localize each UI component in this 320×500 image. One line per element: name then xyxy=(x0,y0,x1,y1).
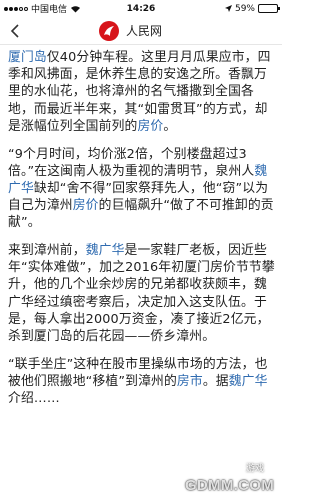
nav-bar: 人民网 xyxy=(0,17,282,45)
watermark-top: 游戏 xyxy=(245,464,264,474)
watermark: 游戏 GDMM.COM xyxy=(185,448,278,498)
link-wei-guanghua[interactable]: 魏广华 xyxy=(86,243,125,258)
watermark-text: GDMM.COM xyxy=(184,477,274,494)
paragraph-text: 来到漳州前， xyxy=(8,243,86,259)
paragraph-text: 介绍…… xyxy=(8,391,60,407)
link-xiamen-island[interactable]: 厦门岛 xyxy=(8,50,47,65)
signal-strength-icon xyxy=(4,6,28,11)
paragraph-text: 。据 xyxy=(202,373,229,389)
page-title: 人民网 xyxy=(126,24,163,38)
paragraph-1: 厦门岛仅40分钟车程。这里月月瓜果应市，四季和风拂面，是休养生息的安逸之所。香飘… xyxy=(8,49,276,135)
status-right: 59% xyxy=(224,3,280,14)
link-wei-guanghua[interactable]: 魏广华 xyxy=(229,374,268,389)
status-left: 中国电信 xyxy=(4,2,81,15)
carrier-label: 中国电信 xyxy=(31,5,68,15)
status-bar: 中国电信 14:26 59% xyxy=(0,0,282,17)
article-body: 厦门岛仅40分钟车程。这里月月瓜果应市，四季和风拂面，是休养生息的安逸之所。香飘… xyxy=(8,49,276,418)
back-button[interactable] xyxy=(0,17,28,45)
paragraph-text: 。 xyxy=(163,118,177,134)
paragraph-2: “9个月时间，均价涨2倍，个别楼盘超过3倍。”在这闽南人极为重视的清明节，泉州人… xyxy=(8,146,276,232)
paragraph-text: 是一家鞋厂老板，因近些年“实体难做”，加之2016年初厦门房价节节攀升，他的几个… xyxy=(8,243,275,345)
wifi-icon xyxy=(71,5,81,12)
battery-icon xyxy=(258,4,280,13)
chevron-left-icon xyxy=(10,23,19,38)
paragraph-3: 来到漳州前，魏广华是一家鞋厂老板，因近些年“实体难做”，加之2016年初厦门房价… xyxy=(8,242,276,345)
paragraph-text: “9个月时间，均价涨2倍，个别楼盘超过3倍。”在这闽南人极为重视的清明节，泉州人 xyxy=(8,146,255,179)
link-housing-price[interactable]: 房价 xyxy=(73,198,99,213)
link-housing-market[interactable]: 房市 xyxy=(177,374,203,389)
location-arrow-icon xyxy=(224,5,232,12)
people-daily-logo-icon xyxy=(99,20,119,41)
link-housing-price[interactable]: 房价 xyxy=(137,119,163,134)
battery-percent: 59% xyxy=(234,3,255,14)
paragraph-4: “联手坐庄”这种在股市里操纵市场的方法，也被他们照搬地“移植”到漳州的房市。据魏… xyxy=(8,356,276,408)
